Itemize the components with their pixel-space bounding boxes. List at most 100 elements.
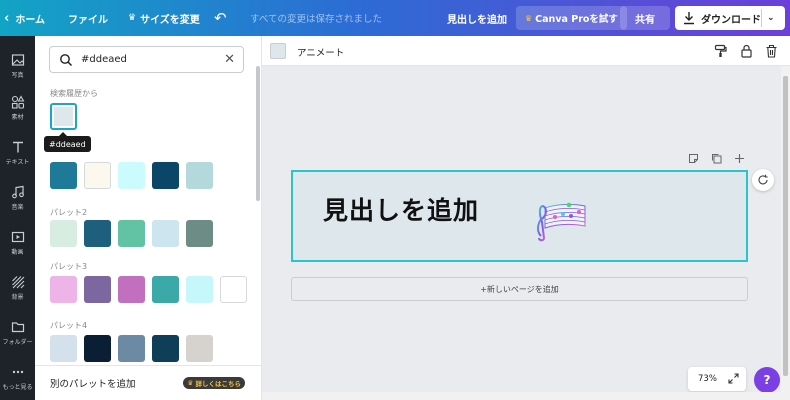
download-icon	[684, 12, 694, 25]
zoom-control[interactable]: 73%	[688, 367, 746, 391]
left-rail: 写真 素材 テキスト 音楽 動画 背景 フォルダー もっと見る	[0, 36, 35, 400]
rail-item-folder[interactable]: フォルダー	[0, 313, 35, 353]
learn-more-label: 詳しくはこちら	[195, 380, 242, 388]
rail-item-video[interactable]: 動画	[0, 223, 35, 263]
color-swatch[interactable]	[186, 276, 213, 303]
refresh-button[interactable]	[752, 169, 774, 191]
color-swatch[interactable]	[50, 335, 77, 362]
undo-button[interactable]: ↶	[214, 0, 227, 36]
rail-label: 写真	[11, 72, 24, 79]
color-swatch[interactable]	[50, 162, 77, 189]
color-swatch[interactable]	[50, 276, 77, 303]
color-panel: #ddeaed ✕ 検索履歴から #ddeaed パレット2 パレット3 パレッ…	[35, 36, 262, 400]
learn-more-badge[interactable]: ♛ 詳しくはこちら	[183, 377, 245, 389]
save-status: すべての変更は保存されました	[250, 14, 382, 25]
color-swatch[interactable]	[84, 276, 111, 303]
zoom-level: 73%	[698, 374, 717, 384]
rail-item-photo[interactable]: 写真	[0, 46, 35, 86]
video-icon	[11, 231, 24, 243]
rail-label: 音楽	[11, 204, 24, 211]
color-swatch[interactable]	[118, 162, 145, 189]
rail-label: もっと見る	[2, 384, 33, 391]
refresh-icon	[758, 174, 768, 185]
rail-item-background[interactable]: 背景	[0, 268, 35, 308]
crown-icon: ♛	[187, 379, 196, 387]
design-page[interactable]: 見出しを追加	[291, 170, 748, 262]
file-menu[interactable]: ファイル	[68, 0, 108, 36]
search-icon	[60, 53, 73, 66]
resize-button[interactable]: ♛ サイズを変更	[128, 0, 200, 36]
rail-label: 動画	[11, 249, 24, 256]
rail-item-music[interactable]: 音楽	[0, 178, 35, 218]
note-icon[interactable]	[688, 153, 699, 164]
color-tooltip: #ddeaed	[44, 132, 91, 152]
add-palette-button[interactable]: 別のパレットを追加	[50, 376, 136, 390]
color-swatch[interactable]	[50, 220, 77, 247]
panel-scrollbar[interactable]	[256, 66, 260, 201]
color-swatch[interactable]	[50, 103, 77, 130]
color-swatch[interactable]	[220, 276, 247, 303]
download-label: ダウンロード	[701, 14, 761, 26]
rail-item-text[interactable]: テキスト	[0, 133, 35, 173]
share-button[interactable]: 共有	[620, 6, 670, 30]
color-swatch[interactable]	[152, 276, 179, 303]
help-button[interactable]: ?	[754, 367, 780, 393]
color-search-input[interactable]: #ddeaed ✕	[49, 46, 244, 73]
music-icon	[11, 185, 24, 199]
chevron-left-icon: ‹	[4, 10, 10, 26]
folder-icon	[11, 322, 24, 333]
canva-pro-label: Canva Proを試す	[535, 14, 618, 25]
copy-icon[interactable]	[711, 153, 722, 164]
color-swatch[interactable]	[84, 162, 111, 189]
background-color-swatch[interactable]	[270, 43, 286, 59]
color-swatch[interactable]	[152, 335, 179, 362]
palette-4-label: パレット4	[50, 321, 88, 330]
plus-icon[interactable]	[734, 153, 745, 164]
lock-icon[interactable]	[740, 44, 753, 58]
color-swatch[interactable]	[152, 162, 179, 189]
palette-3-label: パレット3	[50, 262, 88, 271]
color-swatch[interactable]	[84, 335, 111, 362]
close-icon[interactable]: ✕	[224, 52, 235, 67]
color-swatch[interactable]	[186, 335, 213, 362]
color-swatch[interactable]	[84, 220, 111, 247]
history-label: 検索履歴から	[50, 89, 98, 98]
horizontal-scrollbar[interactable]	[262, 392, 781, 400]
expand-icon[interactable]	[728, 373, 739, 384]
resize-label: サイズを変更	[140, 14, 200, 26]
canva-pro-button[interactable]: ♛ Canva Proを試す	[516, 6, 627, 30]
crown-icon: ♛	[128, 13, 137, 23]
color-swatch[interactable]	[152, 220, 179, 247]
home-button[interactable]: ‹ ホーム	[4, 0, 45, 36]
search-value: #ddeaed	[81, 54, 127, 65]
color-swatch[interactable]	[118, 220, 145, 247]
color-swatch[interactable]	[186, 162, 213, 189]
text-icon	[12, 141, 23, 153]
add-heading-button[interactable]: 見出しを追加	[447, 0, 507, 36]
music-notes-graphic[interactable]	[533, 200, 588, 242]
paint-roller-icon[interactable]	[714, 44, 727, 58]
rail-item-elements[interactable]: 素材	[0, 88, 35, 128]
scroll-thumb[interactable]	[783, 76, 788, 376]
more-icon	[12, 370, 23, 374]
vertical-scrollbar[interactable]	[781, 66, 790, 400]
download-button[interactable]: ダウンロード ⌄	[675, 6, 785, 30]
chevron-down-icon[interactable]: ⌄	[767, 6, 775, 30]
rail-item-more[interactable]: もっと見る	[0, 358, 35, 398]
background-icon	[11, 276, 24, 289]
color-swatch[interactable]	[186, 220, 213, 247]
rail-label: 背景	[11, 294, 24, 301]
rail-label: フォルダー	[2, 339, 33, 346]
trash-icon[interactable]	[765, 44, 778, 58]
canvas-area: アニメート 見出しを追加 +新しいページを追加 73% ?	[262, 36, 790, 400]
add-page-button[interactable]: +新しいページを追加	[291, 277, 748, 301]
palette-2-label: パレット2	[50, 208, 88, 217]
animate-button[interactable]: アニメート	[297, 45, 344, 59]
color-swatch[interactable]	[118, 276, 145, 303]
rail-label: テキスト	[5, 159, 30, 166]
panel-footer: 別のパレットを追加 ♛ 詳しくはこちら	[35, 365, 261, 400]
color-swatch[interactable]	[118, 335, 145, 362]
elements-icon	[11, 95, 24, 109]
heading-text[interactable]: 見出しを追加	[323, 191, 479, 227]
undo-icon: ↶	[214, 9, 227, 27]
